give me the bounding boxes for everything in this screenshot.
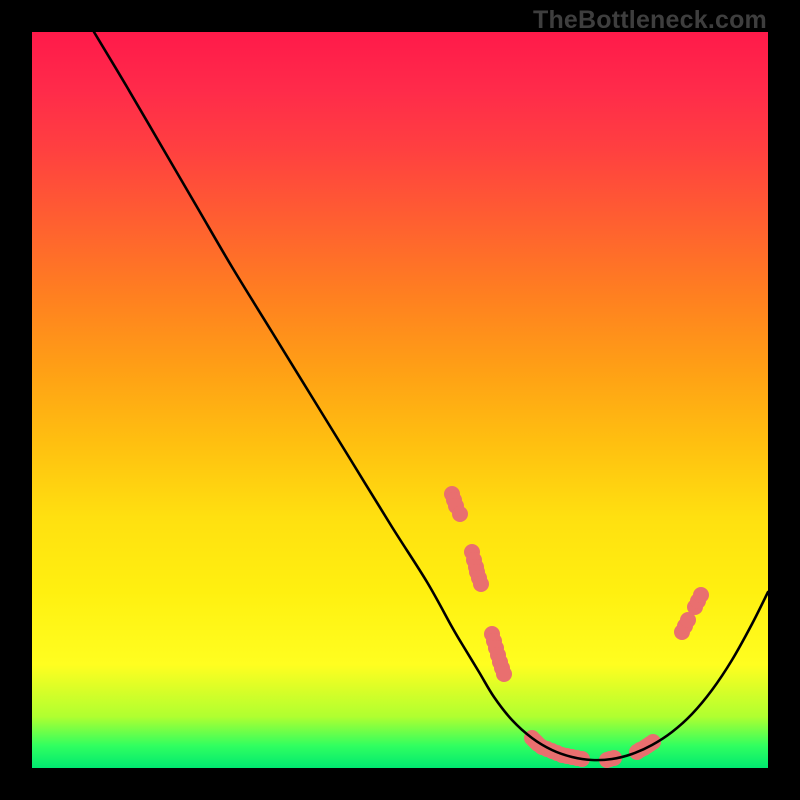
watermark-text: TheBottleneck.com	[533, 6, 767, 35]
chart-container: TheBottleneck.com	[0, 0, 800, 800]
plot-area	[32, 32, 768, 768]
data-marker	[693, 587, 709, 603]
data-marker	[473, 576, 489, 592]
data-marker	[496, 666, 512, 682]
markers-group	[444, 486, 709, 768]
curve-svg	[32, 32, 768, 768]
bottleneck-curve	[94, 32, 768, 760]
data-marker	[452, 506, 468, 522]
